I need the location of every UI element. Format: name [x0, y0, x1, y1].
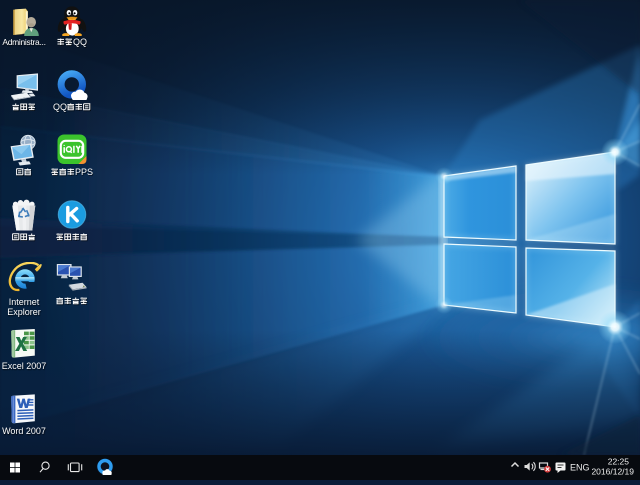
svg-text:22:25: 22:25 — [608, 457, 630, 467]
svg-text:PPS: PPS — [75, 167, 93, 177]
svg-text:QQ: QQ — [53, 102, 67, 112]
svg-text:2016/12/19: 2016/12/19 — [591, 467, 634, 477]
svg-text:QQ: QQ — [73, 37, 87, 47]
svg-text:ENG: ENG — [570, 462, 590, 472]
